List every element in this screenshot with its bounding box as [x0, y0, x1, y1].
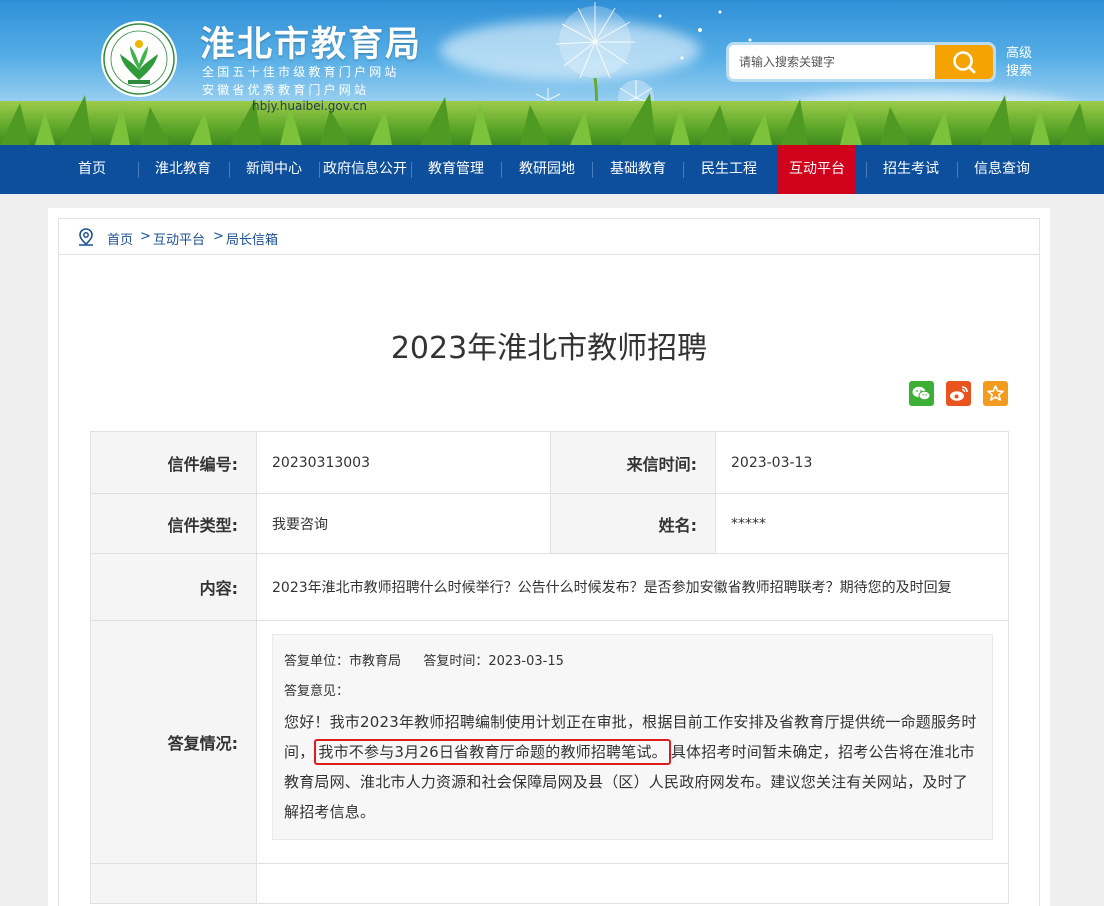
table-row: 答复情况: 答复单位：市教育局 答复时间：2023-03-15 答复意见： 您好… — [90, 620, 1009, 864]
reply-time-value: 2023-03-15 — [488, 654, 564, 669]
table-row: 内容: 2023年淮北市教师招聘什么时候举行？公告什么时候发布？是否参加安徽省教… — [90, 553, 1009, 621]
nav-home[interactable]: 首页 — [48, 145, 136, 194]
letter-content-value: 2023年淮北市教师招聘什么时候举行？公告什么时候发布？是否参加安徽省教师招聘联… — [256, 553, 1009, 621]
page-title: 2023年淮北市教师招聘 — [390, 331, 708, 366]
nav-research[interactable]: 教研园地 — [504, 145, 590, 194]
wechat-icon — [912, 386, 931, 401]
nav-divider — [501, 162, 502, 178]
reply-unit-value: 市教育局 — [349, 654, 402, 669]
nav-basic-education[interactable]: 基础教育 — [595, 145, 681, 194]
search-input[interactable] — [729, 45, 937, 79]
nav-interactive-platform[interactable]: 互动平台 — [778, 145, 856, 194]
reply-status-label: 答复情况: — [90, 620, 257, 864]
table-row: 信件类型: 我要咨询 姓名: ***** — [90, 493, 1009, 554]
letter-content-label: 内容: — [90, 553, 257, 621]
site-subtitle-1: 全国五十佳市级教育门户网站 — [202, 65, 400, 79]
reply-unit-label: 答复单位： — [284, 654, 350, 669]
nav-divider — [866, 162, 867, 178]
letter-name-value: ***** — [715, 493, 1009, 554]
site-url: hbjy.huaibei.gov.cn — [252, 99, 367, 113]
site-subtitle-2: 安徽省优秀教育门户网站 — [202, 83, 370, 97]
nav-divider — [592, 162, 593, 178]
letter-date-value: 2023-03-13 — [715, 431, 1009, 494]
site-logo[interactable] — [100, 20, 178, 98]
location-pin-icon — [79, 228, 93, 246]
table-row: 信件编号: 20230313003 来信时间: 2023-03-13 — [90, 431, 1009, 494]
breadcrumb-director-mailbox[interactable]: 局长信箱 — [226, 229, 278, 248]
favorite-button[interactable] — [983, 381, 1008, 406]
breadcrumb: 首页 > 互动平台 > 局长信箱 — [59, 219, 1039, 255]
nav-livelihood[interactable]: 民生工程 — [686, 145, 772, 194]
content-inner: 首页 > 互动平台 > 局长信箱 2023年淮北市教师招聘 信件编号: 2023… — [58, 218, 1040, 906]
search-button[interactable] — [935, 45, 993, 79]
reply-status-cell: 答复单位：市教育局 答复时间：2023-03-15 答复意见： 您好！我市202… — [256, 620, 1009, 864]
nav-huaibei-education[interactable]: 淮北教育 — [140, 145, 226, 194]
share-wechat-button[interactable] — [909, 381, 934, 406]
nav-news-center[interactable]: 新闻中心 — [231, 145, 317, 194]
reply-highlighted-text: 我市不参与3月26日省教育厅命题的教师招聘笔试。 — [314, 739, 671, 765]
reply-text: 您好！我市2023年教师招聘编制使用计划正在审批，根据目前工作安排及省教育厅提供… — [284, 707, 982, 827]
empty-value-cell — [256, 863, 1009, 904]
advanced-search-link[interactable]: 高级搜索 — [1006, 45, 1036, 81]
nav-info-query[interactable]: 信息查询 — [959, 145, 1045, 194]
nav-admissions[interactable]: 招生考试 — [868, 145, 954, 194]
table-row — [90, 863, 1009, 904]
reply-meta: 答复单位：市教育局 答复时间：2023-03-15 — [284, 647, 982, 677]
breadcrumb-interactive-platform[interactable]: 互动平台 — [153, 229, 205, 248]
breadcrumb-home[interactable]: 首页 — [107, 229, 133, 248]
letter-name-label: 姓名: — [550, 493, 716, 554]
share-weibo-button[interactable] — [946, 381, 971, 406]
nav-divider — [411, 162, 412, 178]
reply-opinion-label: 答复意见： — [284, 684, 350, 699]
letter-date-label: 来信时间: — [550, 431, 716, 494]
nav-gov-info[interactable]: 政府信息公开 — [320, 145, 410, 194]
main-nav: 首页 淮北教育 新闻中心 政府信息公开 教育管理 教研园地 基础教育 民生工程 … — [0, 145, 1104, 194]
nav-divider — [683, 162, 684, 178]
nav-divider — [138, 162, 139, 178]
letter-detail-table: 信件编号: 20230313003 来信时间: 2023-03-13 信件类型:… — [90, 431, 1009, 904]
favorite-star-icon — [987, 385, 1004, 401]
nav-edu-management[interactable]: 教育管理 — [413, 145, 499, 194]
search-box — [726, 42, 996, 82]
letter-type-value: 我要咨询 — [256, 493, 551, 554]
site-title: 淮北市教育局 — [200, 24, 423, 65]
breadcrumb-separator: > — [213, 229, 224, 244]
empty-label-cell — [90, 863, 257, 904]
reply-box: 答复单位：市教育局 答复时间：2023-03-15 答复意见： 您好！我市202… — [272, 634, 993, 840]
weibo-icon — [950, 386, 968, 401]
nav-divider — [957, 162, 958, 178]
reply-time-label: 答复时间： — [423, 654, 489, 669]
breadcrumb-separator: > — [140, 229, 151, 244]
search-icon — [953, 51, 976, 74]
letter-number-value: 20230313003 — [256, 431, 551, 494]
letter-number-label: 信件编号: — [90, 431, 257, 494]
nav-divider — [229, 162, 230, 178]
letter-type-label: 信件类型: — [90, 493, 257, 554]
content-panel: 首页 > 互动平台 > 局长信箱 2023年淮北市教师招聘 信件编号: 2023… — [48, 208, 1050, 906]
